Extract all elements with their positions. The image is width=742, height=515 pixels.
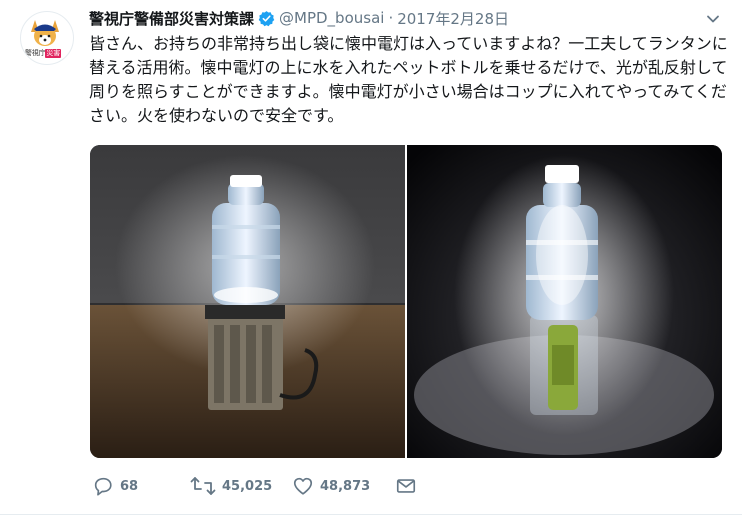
tweet-text: 皆さん、お持ちの非常持ち出し袋に懐中電灯は入っていますよね？一工夫してランタンに… <box>89 34 728 125</box>
tweet-media[interactable] <box>90 145 722 458</box>
reply-count: 68 <box>120 478 139 494</box>
direct-message-button[interactable] <box>395 474 417 498</box>
tweet-header: 警視庁警備部災害対策課 @MPD_bousai · 2017年2月28日 <box>89 6 509 30</box>
photo-left <box>90 145 405 458</box>
envelope-icon <box>395 475 417 497</box>
photo-right <box>407 145 722 458</box>
retweet-icon <box>190 475 216 497</box>
display-name[interactable]: 警視庁警備部災害対策課 <box>89 8 254 29</box>
tweet-card[interactable]: 警視庁災害 警視庁警備部災害対策課 @MPD_bousai · 2017年2月2… <box>0 0 742 515</box>
avatar[interactable]: 警視庁災害 <box>20 11 74 65</box>
reply-button[interactable]: 68 <box>92 474 138 498</box>
heart-icon <box>292 475 314 497</box>
like-button[interactable]: 48,873 <box>292 474 370 498</box>
separator-dot: · <box>388 9 394 27</box>
retweet-count: 45,025 <box>222 478 273 494</box>
reply-icon <box>92 475 114 497</box>
chevron-down-icon[interactable] <box>704 10 722 28</box>
tweet-date[interactable]: 2017年2月28日 <box>397 8 509 29</box>
retweet-button[interactable]: 45,025 <box>190 474 272 498</box>
avatar-tag: 災害 <box>45 49 62 58</box>
avatar-caption: 警視庁災害 <box>25 49 62 58</box>
user-handle[interactable]: @MPD_bousai <box>279 9 384 27</box>
verified-badge-icon <box>258 10 275 27</box>
like-count: 48,873 <box>320 478 371 494</box>
